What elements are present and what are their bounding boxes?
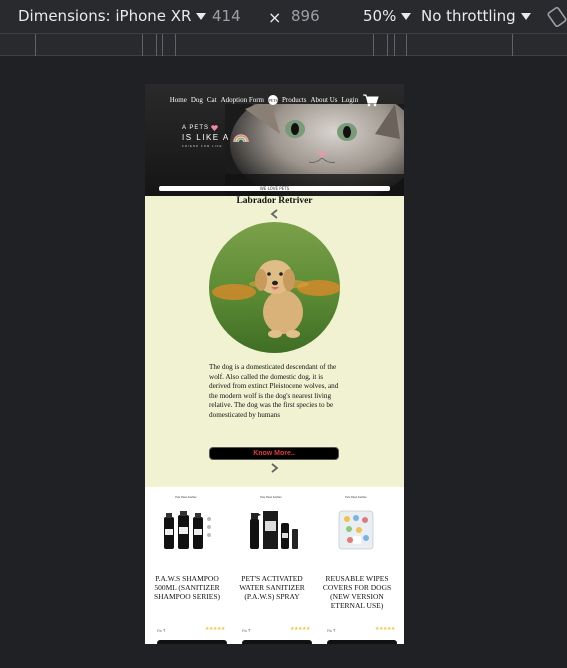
- hero-line-1: A PETS: [182, 125, 210, 131]
- device-select[interactable]: Dimensions: iPhone XR: [18, 7, 207, 25]
- heart-icon: [211, 125, 218, 131]
- chevron-down-icon: [401, 12, 412, 20]
- product-name: REUSABLE WIPES COVERS FOR DOGS (NEW VERS…: [322, 574, 392, 610]
- device-viewport: Home Dog Cat Adoption Form PETS Products…: [145, 84, 404, 644]
- product-card[interactable]: Pets Paws Fashion P.A.W.S SHAMPOO 500ML …: [145, 487, 227, 644]
- device-label: Dimensions: iPhone XR: [18, 7, 192, 25]
- add-to-cart-button[interactable]: [242, 640, 312, 644]
- product-price: Rs ₹: [157, 628, 166, 633]
- rotate-icon[interactable]: [546, 6, 567, 28]
- ruler-tick: [394, 34, 395, 56]
- rating-stars: ★★★★★: [205, 626, 225, 632]
- product-brand: Pets Paws Fashion: [260, 496, 282, 499]
- add-to-cart-button[interactable]: [327, 640, 397, 644]
- chevron-down-icon: [520, 12, 531, 20]
- width-input[interactable]: 414: [212, 7, 241, 25]
- site-logo[interactable]: PETS: [268, 95, 278, 105]
- breed-description: The dog is a domesticated descendant of …: [209, 363, 339, 419]
- throttle-label: No throttling: [421, 7, 516, 25]
- nav-products[interactable]: Products: [282, 96, 307, 104]
- product-price: Rs ₹: [327, 628, 336, 633]
- ruler-tick: [35, 34, 36, 56]
- rainbow-icon: [232, 134, 249, 142]
- hero-line-3: FRIEND FOR LIFE: [182, 144, 223, 148]
- ruler-tick: [387, 34, 388, 56]
- ruler-tick: [156, 34, 157, 56]
- wipes-pack-image: [338, 510, 374, 550]
- chevron-up-icon[interactable]: [268, 208, 280, 220]
- spray-bottles-image: [250, 511, 298, 549]
- zoom-label: 50%: [363, 7, 397, 25]
- product-brand: Pets Paws Fashion: [175, 496, 197, 499]
- kitten-photo: [225, 104, 404, 196]
- cart-icon[interactable]: [362, 93, 379, 107]
- site-nav: Home Dog Cat Adoption Form PETS Products…: [145, 92, 404, 108]
- puppy-photo: [209, 222, 340, 353]
- product-name: P.A.W.S SHAMPOO 500ML (SANITIZER SHAMPOO…: [153, 574, 221, 601]
- nav-login[interactable]: Login: [342, 96, 359, 104]
- nav-about-us[interactable]: About Us: [311, 96, 338, 104]
- product-brand: Pets Paws Fashion: [345, 496, 367, 499]
- dimension-separator: ×: [268, 8, 282, 27]
- breed-title: Labrador Retriver: [236, 196, 313, 206]
- rating-stars: ★★★★★: [290, 626, 310, 632]
- add-to-cart-button[interactable]: [157, 640, 227, 644]
- ruler-tick: [175, 34, 176, 56]
- product-name: PET'S ACTIVATED WATER SANITIZER (P.A.W.S…: [239, 574, 305, 601]
- ruler-tick: [373, 34, 374, 56]
- zoom-select[interactable]: 50%: [363, 7, 412, 25]
- product-grid: Pets Paws Fashion P.A.W.S SHAMPOO 500ML …: [145, 487, 404, 644]
- breed-carousel: Labrador Retriver The dog is a domestica…: [145, 196, 404, 487]
- product-price: Rs ₹: [242, 628, 251, 633]
- shampoo-bottles-image: [164, 511, 211, 549]
- know-more-button[interactable]: Know More..: [209, 447, 339, 460]
- product-card[interactable]: Pets Paws Fashion REUSABLE WIPES COVERS …: [315, 487, 397, 644]
- hero-line-2: IS LIKE A: [182, 133, 230, 142]
- chevron-right-icon[interactable]: [268, 462, 280, 474]
- product-card[interactable]: Pets Paws Fashion PET'S ACTIVATED WATER …: [230, 487, 312, 644]
- hero-marquee: WE LOVE PETS: [159, 186, 390, 191]
- throttle-select[interactable]: No throttling: [421, 7, 531, 25]
- ruler-tick: [162, 34, 163, 56]
- media-query-ruler: [0, 34, 567, 56]
- chevron-down-icon: [196, 12, 207, 20]
- nav-dog[interactable]: Dog: [191, 96, 203, 104]
- hero-tagline: A PETS IS LIKE A FRIEND FOR LIFE: [182, 125, 249, 148]
- ruler-tick: [142, 34, 143, 56]
- ruler-tick: [512, 34, 513, 56]
- nav-cat[interactable]: Cat: [207, 96, 217, 104]
- nav-adoption-form[interactable]: Adoption Form: [221, 96, 264, 104]
- height-input[interactable]: 896: [291, 7, 320, 25]
- nav-home[interactable]: Home: [170, 96, 187, 104]
- ruler-tick: [406, 34, 407, 56]
- hero-banner: Home Dog Cat Adoption Form PETS Products…: [145, 84, 404, 196]
- devtools-device-toolbar: Dimensions: iPhone XR 414 × 896 50% No t…: [0, 0, 567, 34]
- rating-stars: ★★★★★: [375, 626, 395, 632]
